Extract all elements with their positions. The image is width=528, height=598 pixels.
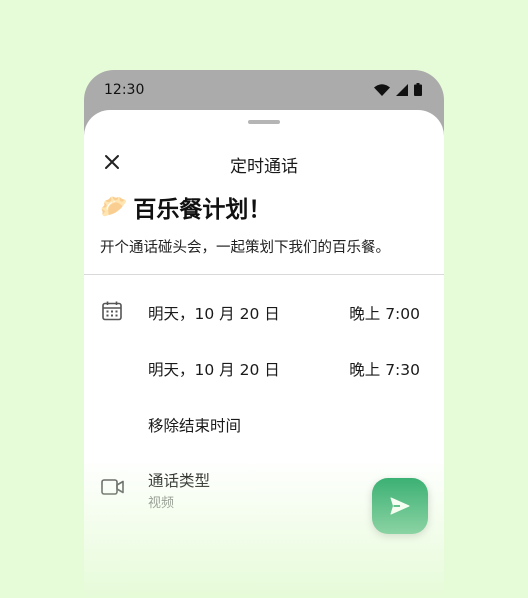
video-camera-icon: [101, 479, 124, 495]
event-description: 开个通话碰头会，一起策划下我们的百乐餐。: [100, 240, 390, 256]
start-date[interactable]: 明天，10 月 20 日: [148, 302, 280, 324]
divider: [84, 274, 444, 275]
end-time[interactable]: 晚上 7:30: [349, 358, 420, 380]
remove-end-time-button[interactable]: 移除结束时间: [148, 414, 241, 436]
wifi-icon: [374, 83, 390, 96]
schedule-call-sheet: 定时通话 🥟 百乐餐计划！ 开个通话碰头会，一起策划下我们的百乐餐。 明天，10…: [84, 110, 444, 598]
call-type-label[interactable]: 通话类型: [148, 469, 210, 491]
battery-icon: [414, 83, 422, 96]
end-date[interactable]: 明天，10 月 20 日: [148, 358, 280, 380]
status-time: 12:30: [104, 82, 145, 98]
send-button[interactable]: [372, 478, 428, 534]
drag-handle[interactable]: [248, 120, 280, 124]
send-icon: [390, 497, 410, 515]
start-time[interactable]: 晚上 7:00: [349, 302, 420, 324]
sheet-title: 定时通话: [230, 157, 298, 177]
call-type-value: 视频: [148, 496, 175, 511]
event-title: 百乐餐计划！: [133, 197, 272, 223]
signal-icon: [396, 83, 408, 96]
dumpling-emoji: 🥟: [100, 194, 128, 220]
phone-frame: 12:30 定时通话 🥟 百乐餐计划！ 开个通话碰头会，一起策划下我们的百乐餐。…: [84, 70, 444, 598]
event-headline: 🥟 百乐餐计划！: [100, 190, 271, 224]
calendar-icon: [102, 301, 122, 321]
status-icons: [374, 83, 422, 96]
status-bar: 12:30: [84, 70, 444, 110]
